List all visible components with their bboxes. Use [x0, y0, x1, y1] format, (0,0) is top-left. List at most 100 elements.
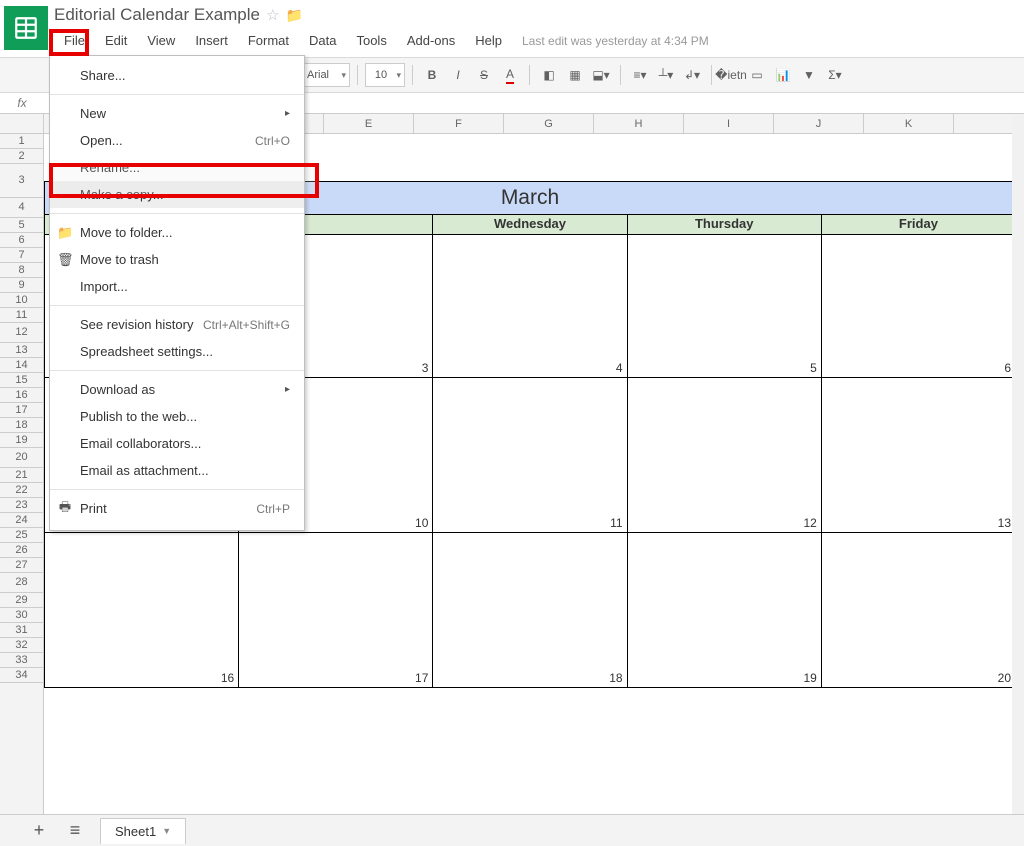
italic-button[interactable]: I	[446, 63, 470, 87]
star-icon[interactable]: ☆	[266, 6, 279, 24]
menu-data[interactable]: Data	[299, 30, 346, 51]
row-head[interactable]: 33	[0, 653, 43, 668]
select-all-corner[interactable]	[0, 114, 44, 133]
day-cell[interactable]: 12	[627, 378, 821, 532]
day-cell[interactable]: 11	[432, 378, 626, 532]
row-head[interactable]: 10	[0, 293, 43, 308]
all-sheets-button[interactable]: ≡	[64, 820, 86, 842]
text-color-button[interactable]: A	[498, 63, 522, 87]
font-family-select[interactable]: Arial	[300, 63, 350, 87]
chart-button[interactable]: 📊	[771, 63, 795, 87]
row-head[interactable]: 29	[0, 593, 43, 608]
day-cell[interactable]: 13	[821, 378, 1016, 532]
dd-make-copy[interactable]: Make a copy...	[50, 181, 304, 208]
row-head[interactable]: 16	[0, 388, 43, 403]
row-head[interactable]: 2	[0, 149, 43, 164]
row-head[interactable]: 20	[0, 448, 43, 468]
sheet-tab[interactable]: Sheet1▼	[100, 818, 186, 844]
valign-button[interactable]: ┴▾	[654, 63, 678, 87]
row-head[interactable]: 4	[0, 198, 43, 218]
wrap-button[interactable]: ↲▾	[680, 63, 704, 87]
row-head[interactable]: 9	[0, 278, 43, 293]
dd-trash[interactable]: 🗑Move to trash	[50, 246, 304, 273]
col-head-e[interactable]: E	[324, 114, 414, 133]
dd-download[interactable]: Download as▸	[50, 376, 304, 403]
menu-addons[interactable]: Add-ons	[397, 30, 465, 51]
merge-button[interactable]: ⬓▾	[589, 63, 613, 87]
day-cell[interactable]: 6	[821, 235, 1016, 377]
menu-insert[interactable]: Insert	[185, 30, 238, 51]
sheets-logo[interactable]	[4, 6, 48, 50]
row-head[interactable]: 6	[0, 233, 43, 248]
row-head[interactable]: 21	[0, 468, 43, 483]
day-cell[interactable]: 17	[238, 533, 432, 687]
row-head[interactable]: 30	[0, 608, 43, 623]
menu-file[interactable]: File	[54, 30, 95, 51]
row-head[interactable]: 14	[0, 358, 43, 373]
col-head-j[interactable]: J	[774, 114, 864, 133]
dd-import[interactable]: Import...	[50, 273, 304, 300]
dayhead-thu[interactable]: Thursday	[627, 215, 821, 235]
row-head[interactable]: 18	[0, 418, 43, 433]
col-head-k[interactable]: K	[864, 114, 954, 133]
menu-help[interactable]: Help	[465, 30, 512, 51]
col-head-h[interactable]: H	[594, 114, 684, 133]
row-head[interactable]: 8	[0, 263, 43, 278]
dayhead-fri[interactable]: Friday	[821, 215, 1016, 235]
row-head[interactable]: 24	[0, 513, 43, 528]
dd-share[interactable]: Share...	[50, 62, 304, 89]
font-size-select[interactable]: 10	[365, 63, 405, 87]
dd-rename[interactable]: Rename...	[50, 154, 304, 181]
day-cell[interactable]: 20	[821, 533, 1016, 687]
comment-button[interactable]: ▭	[745, 63, 769, 87]
col-head-g[interactable]: G	[504, 114, 594, 133]
fill-color-button[interactable]: ◧	[537, 63, 561, 87]
row-head[interactable]: 3	[0, 164, 43, 198]
row-head[interactable]: 15	[0, 373, 43, 388]
halign-button[interactable]: ≡▾	[628, 63, 652, 87]
link-button[interactable]: �ietn	[719, 63, 743, 87]
dd-new[interactable]: New▸	[50, 100, 304, 127]
row-head[interactable]: 22	[0, 483, 43, 498]
row-head[interactable]: 26	[0, 543, 43, 558]
row-head[interactable]: 32	[0, 638, 43, 653]
row-head[interactable]: 7	[0, 248, 43, 263]
add-sheet-button[interactable]: +	[28, 820, 50, 842]
col-head-f[interactable]: F	[414, 114, 504, 133]
day-cell[interactable]: 16	[44, 533, 238, 687]
row-head[interactable]: 23	[0, 498, 43, 513]
folder-icon[interactable]: 📁	[285, 7, 302, 24]
row-head[interactable]: 11	[0, 308, 43, 323]
row-head[interactable]: 5	[0, 218, 43, 233]
menu-format[interactable]: Format	[238, 30, 299, 51]
dd-email-attach[interactable]: Email as attachment...	[50, 457, 304, 484]
doc-title[interactable]: Editorial Calendar Example	[54, 5, 260, 25]
filter-button[interactable]: ▼	[797, 63, 821, 87]
row-head[interactable]: 28	[0, 573, 43, 593]
row-head[interactable]: 13	[0, 343, 43, 358]
strike-button[interactable]: S	[472, 63, 496, 87]
day-cell[interactable]: 19	[627, 533, 821, 687]
menu-tools[interactable]: Tools	[346, 30, 396, 51]
row-head[interactable]: 31	[0, 623, 43, 638]
row-head[interactable]: 27	[0, 558, 43, 573]
dd-open[interactable]: Open...Ctrl+O	[50, 127, 304, 154]
row-head[interactable]: 25	[0, 528, 43, 543]
vertical-scrollbar[interactable]	[1012, 114, 1024, 814]
day-cell[interactable]: 18	[432, 533, 626, 687]
row-head[interactable]: 34	[0, 668, 43, 683]
day-cell[interactable]: 4	[432, 235, 626, 377]
dd-move[interactable]: 📁Move to folder...	[50, 219, 304, 246]
day-cell[interactable]: 5	[627, 235, 821, 377]
dd-print[interactable]: 🖶PrintCtrl+P	[50, 495, 304, 522]
dayhead-wed[interactable]: Wednesday	[432, 215, 626, 235]
row-head[interactable]: 19	[0, 433, 43, 448]
bold-button[interactable]: B	[420, 63, 444, 87]
functions-button[interactable]: Σ▾	[823, 63, 847, 87]
row-head[interactable]: 12	[0, 323, 43, 343]
col-head-i[interactable]: I	[684, 114, 774, 133]
row-head[interactable]: 17	[0, 403, 43, 418]
borders-button[interactable]: ▦	[563, 63, 587, 87]
dd-publish[interactable]: Publish to the web...	[50, 403, 304, 430]
row-head[interactable]: 1	[0, 134, 43, 149]
